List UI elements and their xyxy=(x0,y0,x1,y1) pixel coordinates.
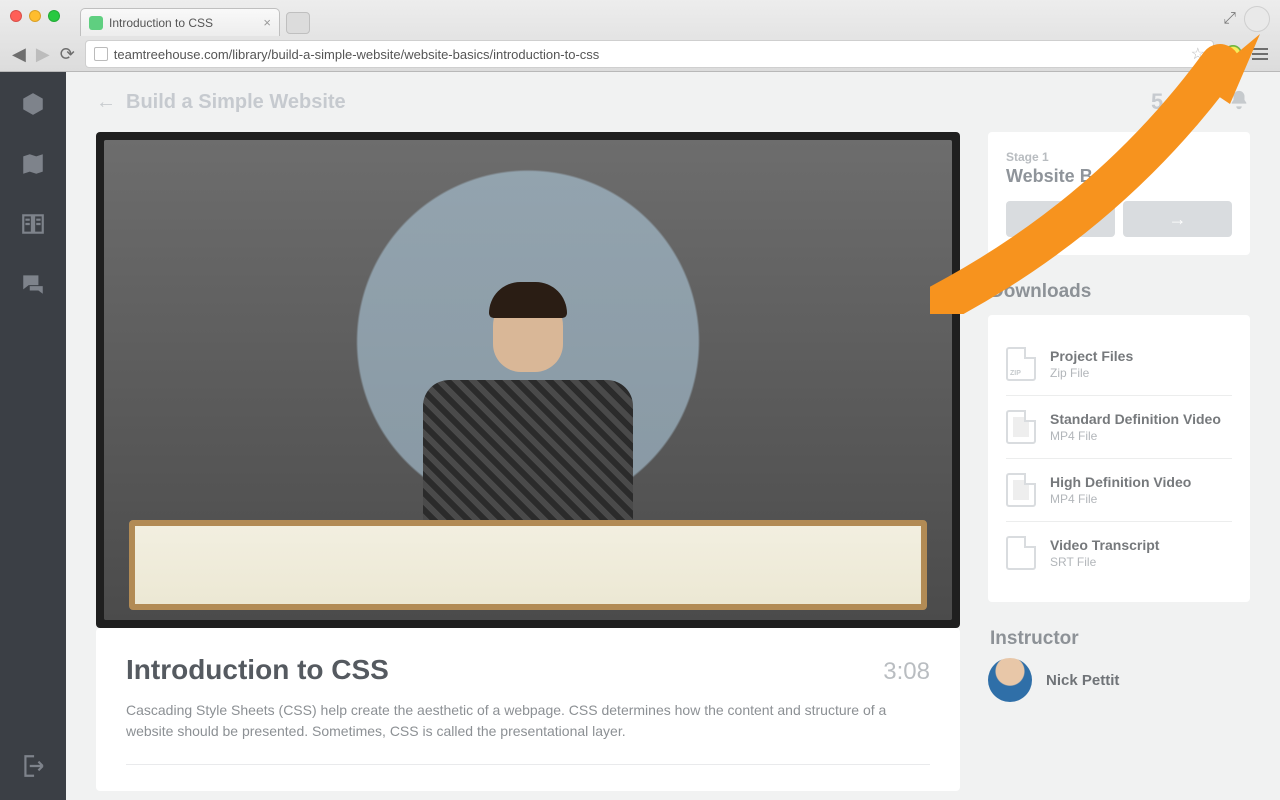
instructor-avatar xyxy=(988,658,1032,702)
stage-card: Stage 1 Website Basics ← → xyxy=(988,132,1250,255)
zip-file-icon xyxy=(1006,347,1036,381)
sidebar-home-icon[interactable] xyxy=(19,90,47,118)
app-main: ← Build a Simple Website 5,628 xyxy=(66,72,1280,800)
url-text: teamtreehouse.com/library/build-a-simple… xyxy=(114,47,600,62)
browser-tab[interactable]: Introduction to CSS × xyxy=(80,8,280,36)
stage-label: Stage 1 xyxy=(1006,150,1232,164)
lesson-description: Cascading Style Sheets (CSS) help create… xyxy=(126,700,930,742)
download-title: High Definition Video xyxy=(1050,474,1191,490)
downloads-card: Project Files Zip File Standard Definitio… xyxy=(988,315,1250,602)
stage-prev-button[interactable]: ← xyxy=(1006,201,1115,237)
download-title: Standard Definition Video xyxy=(1050,411,1221,427)
breadcrumb-back-icon[interactable]: ← xyxy=(96,91,116,114)
download-item[interactable]: High Definition Video MP4 File xyxy=(1006,458,1232,521)
app-root: ← Build a Simple Website 5,628 xyxy=(0,72,1280,800)
tab-title: Introduction to CSS xyxy=(109,16,213,30)
forward-button[interactable]: ▶ xyxy=(36,44,50,65)
points-count: 5,628 xyxy=(1151,89,1206,115)
lesson-info-card: Introduction to CSS 3:08 Cascading Style… xyxy=(96,628,960,791)
browser-toolbar: ◀ ▶ ⟳ teamtreehouse.com/library/build-a-… xyxy=(0,36,1280,72)
window-close-button[interactable] xyxy=(10,10,22,22)
sidebar-map-icon[interactable] xyxy=(19,150,47,178)
lesson-title: Introduction to CSS xyxy=(126,654,389,686)
back-button[interactable]: ◀ xyxy=(12,44,26,65)
notifications-icon[interactable] xyxy=(1228,89,1250,116)
new-tab-button[interactable] xyxy=(286,12,310,34)
reload-button[interactable]: ⟳ xyxy=(60,44,75,65)
address-bar[interactable]: teamtreehouse.com/library/build-a-simple… xyxy=(85,40,1214,68)
download-sub: Zip File xyxy=(1050,366,1133,380)
content-area: Introduction to CSS 3:08 Cascading Style… xyxy=(66,132,1280,800)
stage-title: Website Basics xyxy=(1006,166,1232,187)
stage-next-button[interactable]: → xyxy=(1123,201,1232,237)
instructor-name: Nick Pettit xyxy=(1046,672,1119,689)
sidebar-library-icon[interactable] xyxy=(19,210,47,238)
sidebar-forum-icon[interactable] xyxy=(19,270,47,298)
window-controls xyxy=(10,10,60,22)
bookmark-star-icon[interactable]: ☆ xyxy=(1191,44,1205,64)
instructor-row[interactable]: Nick Pettit xyxy=(988,658,1250,702)
left-column: Introduction to CSS 3:08 Cascading Style… xyxy=(96,132,960,791)
browser-menu-icon[interactable] xyxy=(1252,48,1268,60)
stage-nav: ← → xyxy=(1006,201,1232,237)
site-info-icon[interactable] xyxy=(94,47,108,61)
browser-chrome: Introduction to CSS × ⤢ ◀ ▶ ⟳ teamtreeho… xyxy=(0,0,1280,72)
download-item[interactable]: Video Transcript SRT File xyxy=(1006,521,1232,584)
download-item[interactable]: Standard Definition Video MP4 File xyxy=(1006,395,1232,458)
window-zoom-button[interactable] xyxy=(48,10,60,22)
downloads-section: Downloads Project Files Zip File Standard… xyxy=(988,281,1250,602)
download-title: Video Transcript xyxy=(1050,537,1159,553)
download-sub: MP4 File xyxy=(1050,429,1221,443)
window-minimize-button[interactable] xyxy=(29,10,41,22)
page-topbar: ← Build a Simple Website 5,628 xyxy=(66,72,1280,132)
instructor-section: Instructor Nick Pettit xyxy=(988,628,1250,702)
downloads-heading: Downloads xyxy=(990,281,1250,303)
divider xyxy=(126,764,930,765)
video-file-icon xyxy=(1006,473,1036,507)
instructor-heading: Instructor xyxy=(990,628,1250,650)
lesson-duration: 3:08 xyxy=(883,658,930,686)
tab-strip: Introduction to CSS × ⤢ xyxy=(0,0,1280,36)
right-column: Stage 1 Website Basics ← → Downloads Pro… xyxy=(988,132,1250,702)
close-tab-icon[interactable]: × xyxy=(263,15,271,30)
download-sub: SRT File xyxy=(1050,555,1159,569)
favicon-icon xyxy=(89,16,103,30)
browser-profile-icon[interactable] xyxy=(1244,6,1270,32)
sidebar-logout-icon[interactable] xyxy=(19,752,47,780)
breadcrumb[interactable]: Build a Simple Website xyxy=(126,91,346,114)
download-sub: MP4 File xyxy=(1050,492,1191,506)
video-desk xyxy=(129,520,926,610)
fullscreen-icon[interactable]: ⤢ xyxy=(1223,10,1236,28)
download-item[interactable]: Project Files Zip File xyxy=(1006,333,1232,395)
download-title: Project Files xyxy=(1050,348,1133,364)
video-player[interactable] xyxy=(96,132,960,628)
extension-icon[interactable] xyxy=(1224,45,1242,63)
video-presenter xyxy=(423,282,633,530)
app-sidebar xyxy=(0,72,66,800)
video-file-icon xyxy=(1006,410,1036,444)
video-frame xyxy=(104,140,952,620)
text-file-icon xyxy=(1006,536,1036,570)
